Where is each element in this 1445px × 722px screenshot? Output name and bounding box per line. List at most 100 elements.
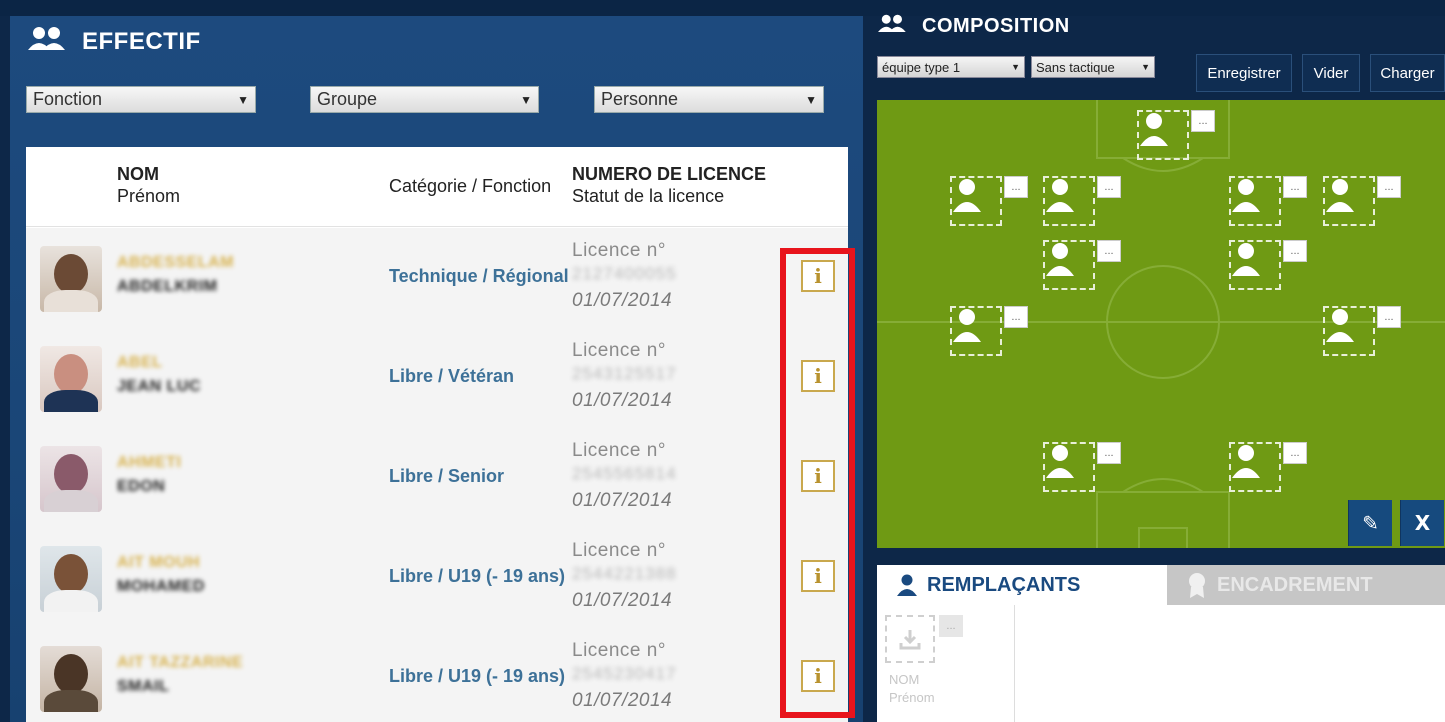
player-slot[interactable]: ... [1229, 442, 1307, 492]
dropdown-arrow-icon: ▼ [237, 92, 249, 107]
player-name: AHMETI [117, 454, 182, 471]
info-icon: i [814, 364, 822, 388]
player-slot-mini[interactable]: ... [1283, 240, 1307, 262]
player-category: Libre / U19 (- 19 ans) [389, 666, 566, 686]
info-button[interactable]: i [801, 460, 835, 492]
licence-number: 2543125517 [572, 364, 677, 383]
team-select[interactable]: équipe type 1 ▼ [877, 56, 1025, 78]
dropdown-arrow-icon: ▼ [805, 92, 817, 107]
table-row[interactable]: AIT TAZZARINE SMAIL Libre / U19 (- 19 an… [26, 628, 848, 722]
player-slot-mini[interactable]: ... [1377, 176, 1401, 198]
player-slot[interactable]: ... [950, 306, 1028, 356]
player-slot-mini[interactable]: ... [1377, 306, 1401, 328]
load-button[interactable]: Charger [1370, 54, 1445, 92]
tab-remplacants[interactable]: REMPLAÇANTS [877, 565, 1167, 605]
licence-label: Licence n° [572, 240, 666, 261]
edit-button[interactable]: ✎ [1348, 500, 1392, 546]
licence-number: 2127400055 [572, 264, 677, 283]
fonction-select[interactable]: Fonction ▼ [26, 86, 256, 113]
tab-encadrement-label: ENCADREMENT [1217, 573, 1373, 596]
player-category: Libre / U19 (- 19 ans) [389, 566, 566, 586]
bench-prenom-label: Prénom [889, 690, 935, 705]
table-body: ABDESSELAM ABDELKRIM Technique / Régiona… [26, 228, 848, 722]
player-name: ABEL [117, 354, 163, 371]
table-row[interactable]: AIT MOUH MOHAMED Libre / U19 (- 19 ans) … [26, 528, 848, 628]
bench-tabs: REMPLAÇANTS ENCADREMENT [877, 565, 1445, 605]
player-category: Libre / Senior [389, 466, 505, 486]
player-slot[interactable]: ... [1323, 306, 1401, 356]
table-row[interactable]: AHMETI EDON Libre / Senior Licence n° 25… [26, 428, 848, 528]
player-slot-mini[interactable]: ... [1097, 240, 1121, 262]
tactic-select[interactable]: Sans tactique ▼ [1031, 56, 1155, 78]
player-icon [1046, 179, 1074, 212]
licence-date: 01/07/2014 [572, 590, 673, 611]
effectif-title: EFFECTIF [82, 27, 201, 55]
bench-slot-mini[interactable]: ... [939, 615, 963, 637]
fonction-select-label: Fonction [33, 89, 103, 109]
info-icon: i [814, 464, 822, 488]
tab-encadrement[interactable]: ENCADREMENT [1167, 565, 1445, 605]
bench-nom-label: NOM [889, 672, 920, 687]
clear-button[interactable]: Vider [1302, 54, 1360, 92]
licence-label: Licence n° [572, 540, 666, 561]
dropdown-arrow-icon: ▼ [1011, 62, 1020, 72]
player-slot-mini[interactable]: ... [1283, 442, 1307, 464]
player-icon [953, 309, 981, 342]
player-slot-mini[interactable]: ... [1004, 176, 1028, 198]
player-icon [1140, 113, 1168, 146]
player-slot[interactable]: ... [1043, 176, 1121, 226]
info-button[interactable]: i [801, 660, 835, 692]
player-firstname: SMAIL [117, 678, 170, 695]
info-icon: i [814, 264, 822, 288]
info-button[interactable]: i [801, 260, 835, 292]
player-slot[interactable]: ... [1229, 176, 1307, 226]
player-slot[interactable]: ... [1323, 176, 1401, 226]
pencil-icon: ✎ [1362, 512, 1379, 535]
top-bar [0, 0, 1445, 16]
column-nom[interactable]: NOM Prénom [117, 163, 180, 207]
player-slot-mini[interactable]: ... [1004, 306, 1028, 328]
player-slot-mini[interactable]: ... [1191, 110, 1215, 132]
save-button[interactable]: Enregistrer [1196, 54, 1292, 92]
bench-list: ... NOM Prénom [877, 605, 1015, 722]
bench-name: NOM Prénom [889, 671, 935, 707]
info-button[interactable]: i [801, 560, 835, 592]
players-table: NOM Prénom Catégorie / Fonction NUMERO D… [26, 147, 848, 722]
avatar [40, 646, 102, 712]
team-select-label: équipe type 1 [882, 59, 961, 75]
column-prenom-label: Prénom [117, 186, 181, 206]
avatar [40, 246, 102, 312]
player-slot-mini[interactable]: ... [1097, 176, 1121, 198]
player-category: Libre / Vétéran [389, 366, 515, 386]
column-statut-label: Statut de la licence [572, 186, 725, 206]
player-slot-mini[interactable]: ... [1097, 442, 1121, 464]
player-slot[interactable]: ... [950, 176, 1028, 226]
close-button[interactable]: X [1400, 500, 1444, 546]
player-firstname: ABDELKRIM [117, 278, 218, 295]
player-slot-mini[interactable]: ... [1283, 176, 1307, 198]
table-row[interactable]: ABDESSELAM ABDELKRIM Technique / Régiona… [26, 228, 848, 328]
player-icon [953, 179, 981, 212]
table-row[interactable]: ABEL JEAN LUC Libre / Vétéran Licence n°… [26, 328, 848, 428]
player-slot[interactable]: ... [1137, 110, 1215, 160]
groupe-select[interactable]: Groupe ▼ [310, 86, 539, 113]
licence-date: 01/07/2014 [572, 690, 673, 711]
info-button[interactable]: i [801, 360, 835, 392]
column-categorie-label: Catégorie / Fonction [389, 176, 552, 196]
licence-date: 01/07/2014 [572, 490, 673, 511]
column-categorie[interactable]: Catégorie / Fonction [389, 175, 551, 197]
player-slot[interactable]: ... [1043, 240, 1121, 290]
bench-slot[interactable] [885, 615, 935, 663]
licence-number: 2545565814 [572, 464, 677, 483]
player-icon [1046, 243, 1074, 276]
column-licence[interactable]: NUMERO DE LICENCE Statut de la licence [572, 163, 766, 207]
football-pitch: ... ... ... ... ... ... ... ... ... ... … [877, 100, 1445, 548]
licence-label: Licence n° [572, 640, 666, 661]
groupe-select-label: Groupe [317, 89, 378, 109]
award-icon [1189, 573, 1205, 598]
player-slot[interactable]: ... [1043, 442, 1121, 492]
personne-select[interactable]: Personne ▼ [594, 86, 824, 113]
effectif-panel: EFFECTIF Fonction ▼ Groupe ▼ Personne ▼ … [10, 16, 863, 722]
player-slot[interactable]: ... [1229, 240, 1307, 290]
player-icon [1326, 309, 1354, 342]
